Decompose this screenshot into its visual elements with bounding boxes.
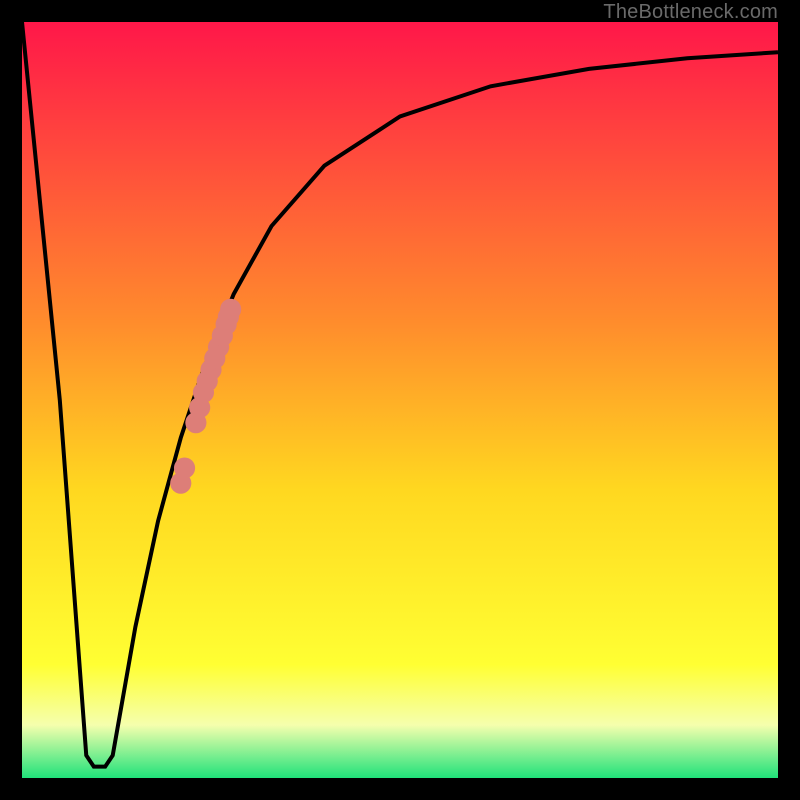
chart-svg (22, 22, 778, 778)
plot-area (22, 22, 778, 778)
data-marker (220, 299, 241, 320)
chart-frame: TheBottleneck.com (0, 0, 800, 800)
data-marker (174, 457, 195, 478)
gradient-background (22, 22, 778, 778)
watermark-text: TheBottleneck.com (603, 2, 778, 22)
